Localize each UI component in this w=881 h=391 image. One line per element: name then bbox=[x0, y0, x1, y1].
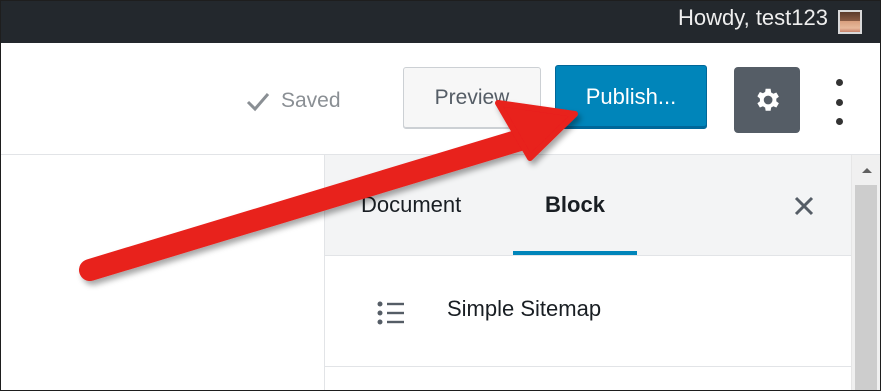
more-options-button[interactable] bbox=[827, 79, 851, 125]
settings-sidebar: Document Block Simple Sitemap bbox=[324, 155, 852, 390]
block-title: Simple Sitemap bbox=[447, 296, 602, 321]
saved-label: Saved bbox=[281, 89, 341, 112]
admin-bar: Howdy, test123 bbox=[1, 1, 880, 43]
list-icon bbox=[377, 301, 404, 325]
tab-document[interactable]: Document bbox=[361, 155, 461, 255]
close-icon[interactable] bbox=[791, 193, 817, 219]
gear-icon bbox=[757, 88, 779, 111]
block-card: Simple Sitemap bbox=[325, 256, 852, 367]
scrollbar[interactable] bbox=[851, 155, 880, 390]
tab-block[interactable]: Block bbox=[513, 155, 637, 255]
vertical-ellipsis-icon bbox=[835, 79, 843, 86]
saved-status: Saved bbox=[245, 89, 341, 113]
editor-header: Saved Preview Publish... bbox=[1, 43, 880, 155]
check-icon bbox=[246, 93, 270, 112]
preview-button[interactable]: Preview bbox=[403, 67, 541, 129]
settings-button[interactable] bbox=[734, 67, 800, 133]
howdy-greeting[interactable]: Howdy, test123 bbox=[678, 5, 828, 31]
publish-button[interactable]: Publish... bbox=[555, 65, 707, 129]
sidebar-tabs: Document Block bbox=[325, 155, 852, 256]
scroll-up-arrow-icon[interactable] bbox=[852, 161, 880, 179]
user-avatar[interactable] bbox=[838, 10, 862, 34]
scrollbar-thumb[interactable] bbox=[855, 185, 877, 390]
screenshot-frame: Howdy, test123 Saved Preview Publish... … bbox=[0, 0, 881, 391]
